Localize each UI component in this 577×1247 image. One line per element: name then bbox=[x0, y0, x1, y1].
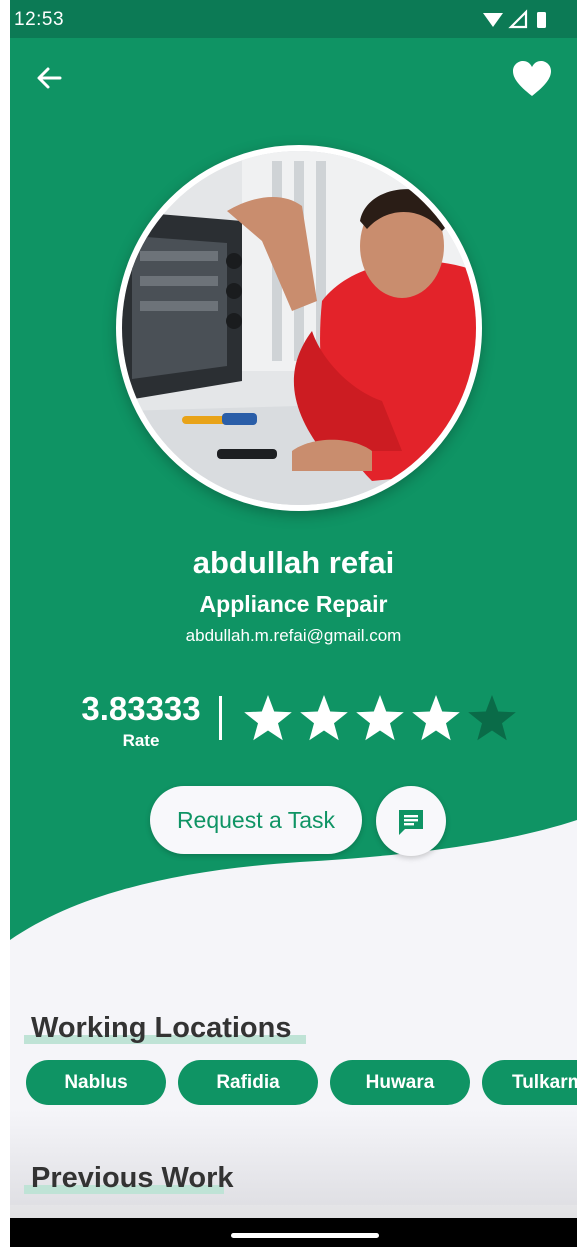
status-time: 12:53 bbox=[14, 9, 65, 30]
message-icon bbox=[399, 810, 423, 835]
chat-button[interactable] bbox=[376, 786, 446, 856]
worker-email: abdullah.m.refai@gmail.com bbox=[185, 626, 402, 645]
home-gesture-handle[interactable] bbox=[231, 1233, 379, 1238]
arrow-back-icon bbox=[37, 67, 62, 89]
location-chip[interactable]: Huwara bbox=[330, 1060, 470, 1105]
star-filled-icon bbox=[244, 695, 292, 741]
worker-profile-screen: 12:53 abdullah refai Appliance Repair ab… bbox=[0, 0, 577, 1247]
previous-work-title: Previous Work bbox=[31, 1162, 234, 1194]
back-button[interactable] bbox=[34, 62, 66, 94]
rating-divider bbox=[219, 696, 222, 740]
star-filled-icon bbox=[356, 695, 404, 741]
star-filled-icon bbox=[300, 695, 348, 741]
status-bar: 12:53 bbox=[10, 0, 577, 38]
avatar bbox=[116, 145, 482, 511]
system-navigation-bar bbox=[10, 1218, 577, 1247]
favorite-button[interactable] bbox=[512, 60, 552, 98]
rating-value: 3.83333 bbox=[81, 690, 201, 727]
worker-profession: Appliance Repair bbox=[199, 591, 388, 617]
location-chip[interactable]: Tulkarm bbox=[482, 1060, 577, 1105]
heart-icon bbox=[513, 61, 551, 96]
request-task-button[interactable]: Request a Task bbox=[150, 786, 362, 854]
worker-name: abdullah refai bbox=[192, 545, 395, 580]
status-icons bbox=[483, 9, 546, 29]
battery-icon bbox=[537, 12, 546, 28]
star-rating bbox=[244, 695, 516, 741]
wifi-icon bbox=[483, 13, 503, 27]
rating-caption: Rate bbox=[122, 731, 160, 750]
star-empty-icon bbox=[468, 695, 516, 741]
location-chip[interactable]: Rafidia bbox=[178, 1060, 318, 1105]
working-locations-title: Working Locations bbox=[31, 1012, 292, 1044]
avatar-photo bbox=[122, 151, 476, 505]
signal-icon bbox=[508, 9, 528, 29]
star-filled-icon bbox=[412, 695, 460, 741]
location-chip[interactable]: Nablus bbox=[26, 1060, 166, 1105]
